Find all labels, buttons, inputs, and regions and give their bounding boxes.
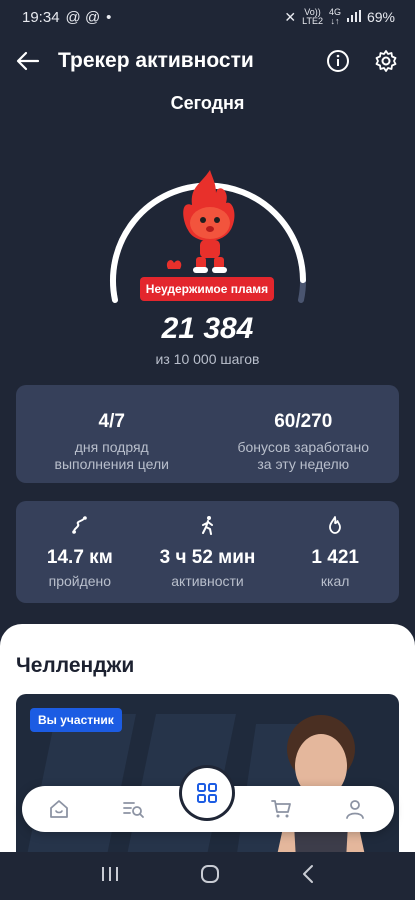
flame-icon	[329, 516, 342, 534]
bonus-label-line2: за эту неделю	[257, 456, 350, 472]
back-arrow-icon	[16, 51, 40, 71]
walk-icon	[201, 516, 213, 535]
stat-distance: 14.7 км пройдено	[16, 501, 144, 603]
nav-catalog[interactable]	[96, 786, 170, 832]
status-time: 19:34	[22, 8, 60, 26]
notification-dot-icon: •	[106, 8, 112, 26]
bonus-label: бонусов заработано за эту неделю	[208, 439, 400, 473]
system-nav-bar	[0, 852, 415, 900]
distance-value: 14.7 км	[46, 547, 113, 568]
nav-services-button[interactable]	[182, 768, 232, 818]
battery-level: 69%	[366, 9, 395, 25]
grid-icon	[197, 783, 217, 803]
signal-icon	[346, 9, 361, 25]
distance-label: пройдено	[48, 573, 112, 589]
home-icon	[50, 800, 68, 818]
bonus-value: 60/270	[274, 411, 333, 432]
streak-days-label-line1: дня подряд	[74, 439, 149, 455]
mute-icon: ✕	[284, 8, 297, 25]
recent-apps-icon	[102, 866, 119, 881]
steps-goal: из 10 000 шагов	[155, 351, 260, 367]
home-system-button[interactable]	[200, 864, 220, 889]
streak-days-label-line2: выполнения цели	[54, 456, 169, 472]
status-bar: 19:34 @ @ • ✕ Vo)) LTE2 4G ↓↑ 69%	[0, 0, 415, 34]
calories-label: ккал	[320, 573, 350, 589]
steps-count: 21 384	[161, 312, 254, 345]
route-icon	[72, 516, 87, 534]
status-left: 19:34 @ @ •	[22, 9, 111, 26]
flame-mascot-illustration	[166, 170, 235, 273]
status-right: ✕ Vo)) LTE2 4G ↓↑ 69%	[284, 8, 395, 26]
streak-bonus: 60/270 бонусов заработано за эту неделю	[208, 385, 400, 483]
back-system-button[interactable]	[301, 864, 315, 889]
info-icon	[327, 50, 349, 72]
bonus-label-line1: бонусов заработано	[237, 439, 369, 455]
page-title: Трекер активности	[58, 49, 254, 72]
calories-value: 1 421	[311, 547, 359, 568]
nav-profile[interactable]	[318, 786, 392, 832]
info-button[interactable]	[321, 44, 355, 78]
catalog-search-icon	[123, 802, 144, 818]
back-button[interactable]	[0, 40, 56, 82]
recent-apps-button[interactable]	[100, 865, 120, 888]
today-label: Сегодня	[170, 93, 245, 113]
challenges-title: Челленджи	[16, 654, 135, 677]
network-label-bottom: LTE2	[302, 16, 323, 26]
streak-card: 4/7 дня подряд выполнения цели 60/270 бо…	[16, 385, 399, 483]
nav-cart[interactable]	[244, 786, 318, 832]
participant-tag: Вы участник	[30, 708, 122, 732]
nav-home[interactable]	[22, 786, 96, 832]
streak-days: 4/7 дня подряд выполнения цели	[16, 385, 208, 483]
stats-card: 14.7 км пройдено 3 ч 52 мин активности 1…	[16, 501, 399, 603]
active-time-value: 3 ч 52 мин	[159, 547, 256, 568]
app-header: Трекер активности	[0, 40, 415, 82]
cart-icon	[271, 800, 291, 818]
network-label: Vo)) LTE2	[302, 8, 323, 26]
streak-days-value: 4/7	[98, 411, 125, 432]
stat-calories: 1 421 ккал	[271, 501, 399, 603]
gear-icon	[375, 50, 397, 72]
settings-button[interactable]	[369, 44, 403, 78]
status-indicators: @ @	[65, 8, 101, 26]
achievement-badge: Неудержимое пламя	[140, 277, 274, 301]
active-time-label: активности	[171, 573, 244, 589]
chevron-left-icon	[302, 864, 313, 883]
network-label-2: 4G ↓↑	[329, 8, 341, 26]
home-circle-icon	[201, 864, 220, 883]
streak-days-label: дня подряд выполнения цели	[16, 439, 208, 473]
network2-bottom: ↓↑	[330, 16, 340, 26]
profile-icon	[346, 800, 364, 819]
header-actions	[321, 44, 415, 78]
stat-active-time: 3 ч 52 мин активности	[144, 501, 272, 603]
